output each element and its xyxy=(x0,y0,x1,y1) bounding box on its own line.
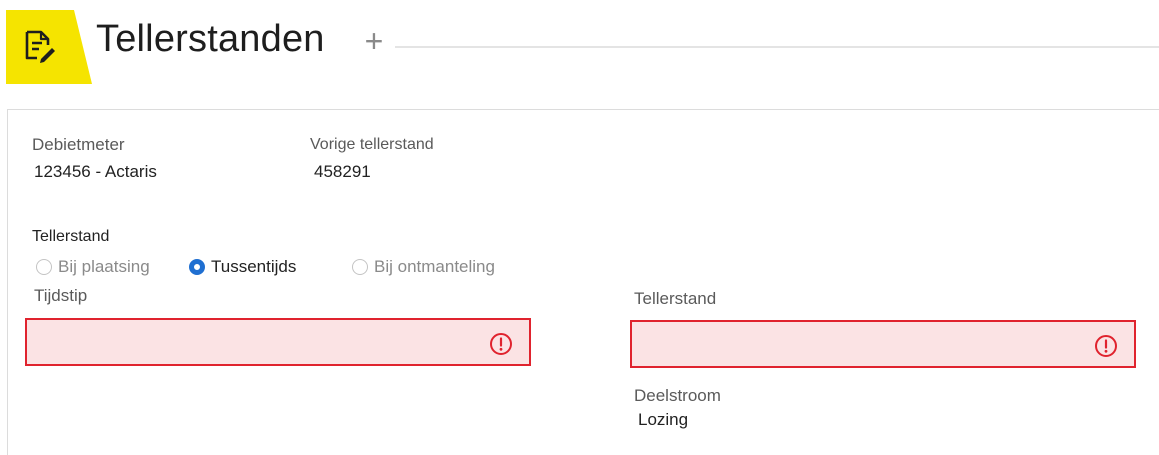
radio-unchecked-icon xyxy=(352,259,368,275)
add-tab-icon[interactable]: + xyxy=(360,25,388,57)
error-icon xyxy=(490,333,512,355)
debietmeter-label: Debietmeter xyxy=(32,135,125,154)
error-icon xyxy=(1095,335,1117,357)
radio-bij-ontmanteling[interactable]: Bij ontmanteling xyxy=(352,257,495,277)
radio-unchecked-icon xyxy=(36,259,52,275)
document-edit-icon xyxy=(25,30,55,63)
radio-label: Bij ontmanteling xyxy=(374,257,495,276)
deelstroom-label: Deelstroom xyxy=(634,386,721,405)
debietmeter-value: 123456 - Actaris xyxy=(34,162,157,181)
title-divider xyxy=(395,46,1159,48)
tijdstip-input[interactable] xyxy=(27,320,529,364)
tellerstand-input[interactable] xyxy=(632,322,1134,366)
radio-bij-plaatsing[interactable]: Bij plaatsing xyxy=(36,257,150,277)
radio-tussentijds[interactable]: Tussentijds xyxy=(189,257,296,277)
meter-reading-form: Debietmeter 123456 - Actaris Vorige tell… xyxy=(7,109,1159,455)
tijdstip-label: Tijdstip xyxy=(34,286,88,305)
deelstroom-value: Lozing xyxy=(638,410,689,429)
vorige-tellerstand-label: Vorige tellerstand xyxy=(310,136,434,153)
radio-label: Bij plaatsing xyxy=(58,257,150,276)
radio-label: Tussentijds xyxy=(211,257,297,276)
tellerstand-label: Tellerstand xyxy=(634,289,717,308)
vorige-tellerstand-value: 458291 xyxy=(314,162,371,181)
tellerstand-field[interactable] xyxy=(630,320,1136,368)
page-title: Tellerstanden xyxy=(96,18,325,60)
tijdstip-field[interactable] xyxy=(25,318,531,366)
tellerstand-type-label: Tellerstand xyxy=(32,228,110,245)
radio-checked-icon xyxy=(189,259,205,275)
app-icon-tab xyxy=(6,10,92,84)
